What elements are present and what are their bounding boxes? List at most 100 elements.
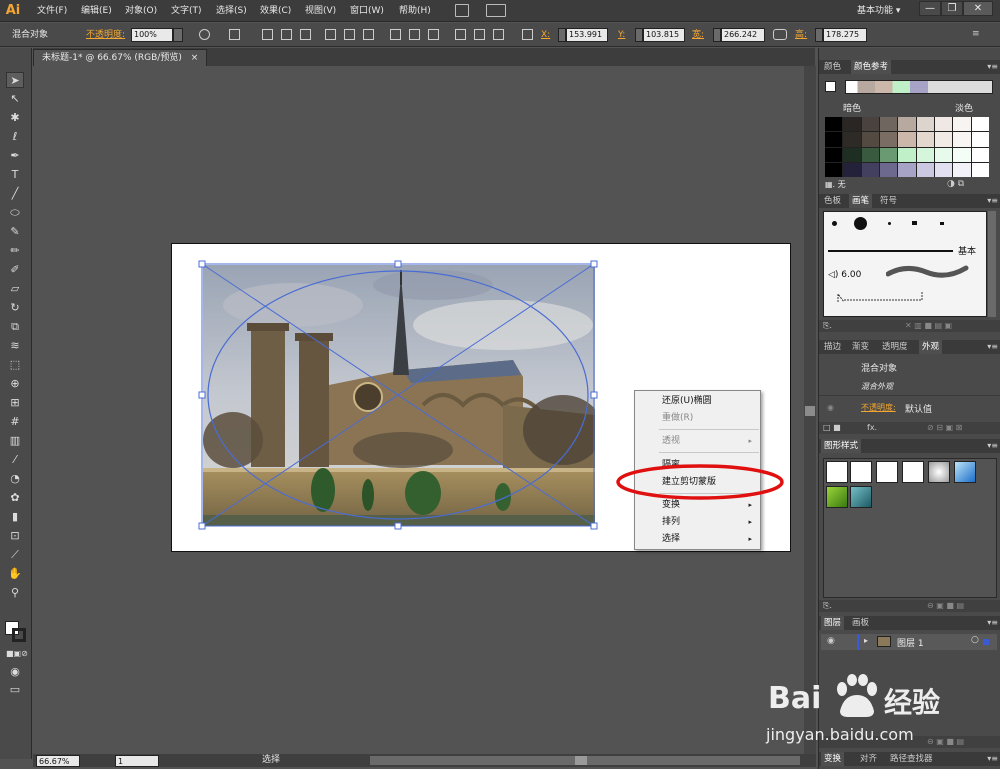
blob-brush-icon[interactable]: ✐ xyxy=(6,262,24,278)
style-library-icon[interactable]: ⎘. xyxy=(823,600,832,612)
slice-icon[interactable]: ⟋ xyxy=(6,547,24,563)
align-vcenter-icon[interactable] xyxy=(344,29,355,40)
distribute-bottom-icon[interactable] xyxy=(428,29,439,40)
tab-color-guide[interactable]: 颜色参考 xyxy=(851,60,892,74)
y-spinner[interactable] xyxy=(635,28,643,42)
eye-icon[interactable]: ◉ xyxy=(827,636,835,646)
selection-tool-icon[interactable]: ➤ xyxy=(6,72,24,88)
panel-menu-icon[interactable]: ▾≡ xyxy=(987,439,998,453)
menu-file[interactable]: 文件(F) xyxy=(37,0,67,22)
menu-help[interactable]: 帮助(H) xyxy=(399,0,431,22)
arrange-documents-icon[interactable] xyxy=(486,4,506,17)
distribute-top-icon[interactable] xyxy=(390,29,401,40)
mesh-icon[interactable]: # xyxy=(6,414,24,430)
close-button[interactable]: ✕ xyxy=(963,1,993,16)
layer-name[interactable]: 图层 1 xyxy=(897,636,924,649)
style-shadow[interactable] xyxy=(902,461,924,483)
tab-artboards[interactable]: 画板 xyxy=(849,616,872,630)
style-white[interactable] xyxy=(876,461,898,483)
distribute-hcenter-icon[interactable] xyxy=(474,29,485,40)
align-bottom-icon[interactable] xyxy=(363,29,374,40)
bridge-icon[interactable] xyxy=(455,4,469,17)
handle-bottom-right[interactable] xyxy=(590,522,598,530)
magic-wand-icon[interactable]: ✱ xyxy=(6,110,24,126)
height-spinner[interactable] xyxy=(815,28,823,42)
handle-top-left[interactable] xyxy=(198,260,206,268)
tab-swatches[interactable]: 色板 xyxy=(821,194,844,208)
direct-selection-icon[interactable]: ↖ xyxy=(6,91,24,107)
panel-menu-icon[interactable]: ▾≡ xyxy=(987,340,998,354)
perspective-grid-icon[interactable]: ⊞ xyxy=(6,395,24,411)
handle-left[interactable] xyxy=(198,391,206,399)
align-top-icon[interactable] xyxy=(325,29,336,40)
menu-edit[interactable]: 编辑(E) xyxy=(81,0,112,22)
panel-menu-icon[interactable]: ▾≡ xyxy=(987,616,998,630)
menu-effect[interactable]: 效果(C) xyxy=(260,0,291,22)
brush-calligraphic-3[interactable] xyxy=(940,222,944,225)
horizontal-scrollbar[interactable] xyxy=(370,756,800,765)
color-guide-footer-icons[interactable]: ◑ ⧉ xyxy=(947,179,964,189)
shape-builder-icon[interactable]: ⊕ xyxy=(6,376,24,392)
opacity-link[interactable]: 不透明度: xyxy=(86,23,125,47)
style-default[interactable] xyxy=(826,461,848,483)
brush-dot-small[interactable] xyxy=(832,221,837,226)
rotate-icon[interactable]: ↻ xyxy=(6,300,24,316)
artboard-icon[interactable]: ⊡ xyxy=(6,528,24,544)
paintbrush-icon[interactable]: ✎ xyxy=(6,224,24,240)
hand-tool-icon[interactable]: ✋ xyxy=(6,566,24,582)
ctx-undo[interactable]: 还原(U)椭圆 xyxy=(662,393,712,409)
y-label[interactable]: Y: xyxy=(618,23,625,47)
target-icon[interactable]: ○ xyxy=(971,635,979,645)
tab-gradient[interactable]: 渐变 xyxy=(849,340,872,354)
base-color-swatch[interactable] xyxy=(825,81,836,92)
column-graph-icon[interactable]: ▮ xyxy=(6,509,24,525)
x-label[interactable]: X: xyxy=(541,23,550,47)
align-right-icon[interactable] xyxy=(300,29,311,40)
type-tool-icon[interactable]: T xyxy=(6,167,24,183)
menu-type[interactable]: 文字(T) xyxy=(171,0,202,22)
menu-window[interactable]: 窗口(W) xyxy=(350,0,384,22)
harmony-rule-strip[interactable] xyxy=(845,80,993,94)
handle-right[interactable] xyxy=(590,391,598,399)
ctx-select[interactable]: 选择 xyxy=(662,531,680,547)
lasso-icon[interactable]: ℓ xyxy=(6,129,24,145)
document-tab[interactable]: 未标题-1* @ 66.67% (RGB/预览) × xyxy=(33,49,208,66)
stroke-swatch[interactable] xyxy=(12,628,26,642)
line-tool-icon[interactable]: ╱ xyxy=(6,186,24,202)
tab-appearance[interactable]: 外观 xyxy=(919,340,943,354)
brush-footer-icons[interactable]: ✕ ▥ ■ ▤ ▣ xyxy=(905,320,952,332)
screen-mode-icon[interactable]: ▭ xyxy=(6,682,24,698)
style-water[interactable] xyxy=(850,486,872,508)
brush-calligraphic[interactable] xyxy=(888,222,891,225)
menu-select[interactable]: 选择(S) xyxy=(216,0,247,22)
brush-calligraphic-2[interactable] xyxy=(912,221,917,225)
width-label[interactable]: 宽: xyxy=(692,23,704,47)
artboard-page-field[interactable]: 1 xyxy=(115,755,159,767)
handle-top-right[interactable] xyxy=(590,260,598,268)
panel-menu-icon[interactable]: ▾≡ xyxy=(987,60,998,74)
scale-icon[interactable]: ⧉ xyxy=(6,319,24,335)
expand-arrow-icon[interactable]: ▸ xyxy=(864,636,868,645)
handle-bottom-left[interactable] xyxy=(198,522,206,530)
gradient-icon[interactable]: ▥ xyxy=(6,433,24,449)
style-leaf[interactable] xyxy=(826,486,848,508)
style-blue-gradient[interactable] xyxy=(954,461,976,483)
x-field[interactable]: 153.991 xyxy=(566,28,608,42)
tab-layers[interactable]: 图层 xyxy=(821,616,845,630)
free-transform-icon[interactable]: ⬚ xyxy=(6,357,24,373)
eraser-icon[interactable]: ▱ xyxy=(6,281,24,297)
tab-graphic-styles[interactable]: 图形样式 xyxy=(821,439,862,453)
warp-icon[interactable]: ≋ xyxy=(6,338,24,354)
selection-indicator[interactable] xyxy=(983,639,989,645)
zoom-tool-icon[interactable]: ⚲ xyxy=(6,585,24,601)
x-spinner[interactable] xyxy=(558,28,566,42)
width-spinner[interactable] xyxy=(713,28,721,42)
width-field[interactable]: 266.242 xyxy=(721,28,765,42)
brush-dot-large[interactable] xyxy=(854,217,867,230)
close-icon[interactable]: × xyxy=(191,53,199,63)
handle-top[interactable] xyxy=(394,260,402,268)
link-icon[interactable] xyxy=(773,29,787,40)
style-none[interactable] xyxy=(850,461,872,483)
draw-mode-icon[interactable]: ◉ xyxy=(6,664,24,680)
y-field[interactable]: 103.815 xyxy=(643,28,685,42)
